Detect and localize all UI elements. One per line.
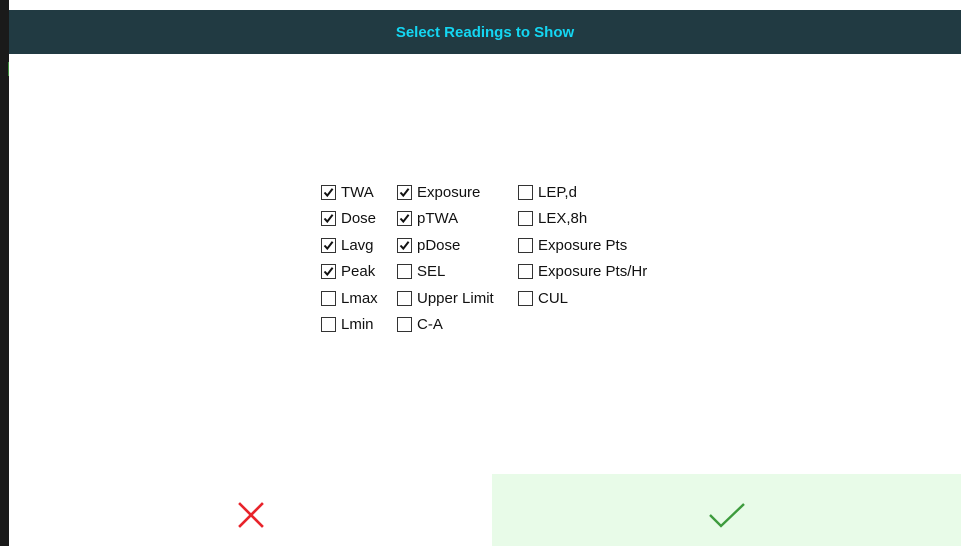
reading-option-lmax[interactable]: Lmax xyxy=(321,285,397,312)
checkbox[interactable] xyxy=(518,237,533,253)
option-label: Upper Limit xyxy=(417,289,494,307)
reading-option-exposure[interactable]: Exposure xyxy=(397,179,518,206)
checkbox[interactable] xyxy=(321,264,336,280)
checkbox[interactable] xyxy=(321,184,336,200)
reading-option-exposure-pts-hr[interactable]: Exposure Pts/Hr xyxy=(518,259,688,286)
check-icon xyxy=(323,240,334,250)
option-label: LEP,d xyxy=(538,183,577,201)
option-label: Exposure xyxy=(417,183,481,201)
reading-option-pdose[interactable]: pDose xyxy=(397,232,518,259)
option-label: Peak xyxy=(341,263,376,281)
reading-option-cul[interactable]: CUL xyxy=(518,285,688,312)
dialog-title-bar: Select Readings to Show xyxy=(9,10,961,54)
reading-option-lex-8h[interactable]: LEX,8h xyxy=(518,206,688,233)
check-icon xyxy=(323,214,334,224)
readings-options: TWA Dose Lavg Peak Lmax Lmin Exposure pTWA pDose… xyxy=(321,179,688,338)
checkbox[interactable] xyxy=(518,264,533,280)
reading-option-peak[interactable]: Peak xyxy=(321,259,397,286)
option-label: LEX,8h xyxy=(538,210,588,228)
close-icon xyxy=(237,502,264,528)
reading-option-exposure-pts[interactable]: Exposure Pts xyxy=(518,232,688,259)
checkbox[interactable] xyxy=(321,237,336,253)
option-label: Lavg xyxy=(341,236,374,254)
option-label: C-A xyxy=(417,316,443,334)
reading-option-sel[interactable]: SEL xyxy=(397,259,518,286)
checkbox[interactable] xyxy=(397,264,412,280)
checkbox[interactable] xyxy=(397,237,412,253)
check-icon xyxy=(323,187,334,197)
reading-option-lavg[interactable]: Lavg xyxy=(321,232,397,259)
options-column: Exposure pTWA pDose SEL Upper Limit C-A xyxy=(397,179,518,338)
option-label: pTWA xyxy=(417,210,459,228)
check-icon xyxy=(399,214,410,224)
confirm-button[interactable] xyxy=(492,474,961,546)
option-label: SEL xyxy=(417,263,446,281)
reading-option-lmin[interactable]: Lmin xyxy=(321,312,397,339)
reading-option-ptwa[interactable]: pTWA xyxy=(397,206,518,233)
checkbox[interactable] xyxy=(518,211,533,227)
dialog-footer xyxy=(9,474,961,546)
checkbox[interactable] xyxy=(397,184,412,200)
window-left-edge xyxy=(0,0,10,546)
reading-option-twa[interactable]: TWA xyxy=(321,179,397,206)
option-label: Exposure Pts xyxy=(538,236,628,254)
reading-option-upper-limit[interactable]: Upper Limit xyxy=(397,285,518,312)
checkbox[interactable] xyxy=(518,184,533,200)
reading-option-c-a[interactable]: C-A xyxy=(397,312,518,339)
check-icon xyxy=(399,240,410,250)
option-label: TWA xyxy=(341,183,374,201)
checkbox[interactable] xyxy=(321,317,336,333)
checkbox[interactable] xyxy=(397,317,412,333)
checkbox[interactable] xyxy=(321,290,336,306)
checkbox[interactable] xyxy=(397,211,412,227)
options-column: TWA Dose Lavg Peak Lmax Lmin xyxy=(321,179,397,338)
option-label: Lmax xyxy=(341,289,378,307)
reading-option-lep-d[interactable]: LEP,d xyxy=(518,179,688,206)
option-label: pDose xyxy=(417,236,461,254)
dialog-title: Select Readings to Show xyxy=(395,23,575,41)
check-icon xyxy=(323,267,334,277)
checkbox[interactable] xyxy=(321,211,336,227)
option-label: Exposure Pts/Hr xyxy=(538,263,648,281)
option-label: Lmin xyxy=(341,316,374,334)
checkmark-icon xyxy=(708,503,745,528)
options-column: LEP,d LEX,8h Exposure Pts Exposure Pts/Hr CU… xyxy=(518,179,688,338)
option-label: CUL xyxy=(538,289,569,307)
reading-option-dose[interactable]: Dose xyxy=(321,206,397,233)
checkbox[interactable] xyxy=(397,290,412,306)
checkbox[interactable] xyxy=(518,290,533,306)
cancel-button[interactable] xyxy=(9,474,492,546)
check-icon xyxy=(399,187,410,197)
option-label: Dose xyxy=(341,210,377,228)
